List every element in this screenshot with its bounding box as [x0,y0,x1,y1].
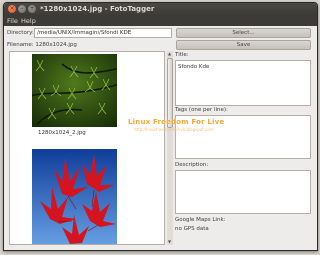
select-button[interactable]: Select... [176,28,311,38]
maps-link-label: Google Maps Link: [175,217,226,223]
watermark-url: http://linuxfreedomforlive.blogspot.com [134,127,214,132]
title-label: Title: [175,52,189,58]
window-title: *1280x1024.jpg - FotoTagger [40,5,155,13]
tags-label: Tags (one per line): [175,107,228,113]
save-button[interactable]: Save [176,40,311,50]
thumbnail-caption: 1280x1024_2.jpg [38,130,86,136]
directory-label: Directory: [7,30,34,36]
menu-help[interactable]: Help [21,16,36,26]
gallery-scrollbar[interactable]: ▲ ▼ [167,51,173,245]
app-window: × – + *1280x1024.jpg - FotoTagger File H… [3,2,318,251]
gps-status: no GPS data [175,226,209,232]
title-field[interactable]: Sfondo Kde [175,60,311,106]
title-bar[interactable]: × – + *1280x1024.jpg - FotoTagger [4,3,317,16]
scroll-down-icon[interactable]: ▼ [168,240,172,244]
thumbnail-pine[interactable] [32,54,117,127]
thumbnail-maple[interactable] [32,149,117,244]
description-field[interactable] [175,170,311,214]
minimize-icon[interactable]: – [18,5,26,13]
maximize-icon[interactable]: + [28,5,36,13]
close-icon[interactable]: × [8,5,16,13]
menu-bar: File Help [4,16,317,26]
menu-file[interactable]: File [7,16,18,26]
scroll-up-icon[interactable]: ▲ [168,52,172,56]
watermark-title: Linux Freedom For Live [128,118,225,126]
filename-label: Filename: 1280x1024.jpg [7,42,77,48]
directory-field[interactable]: /media/UNIX/Immagini/Sfondi KDE [34,28,172,38]
description-label: Description: [175,162,209,168]
image-gallery[interactable]: 1280x1024_2.jpg [9,51,165,245]
